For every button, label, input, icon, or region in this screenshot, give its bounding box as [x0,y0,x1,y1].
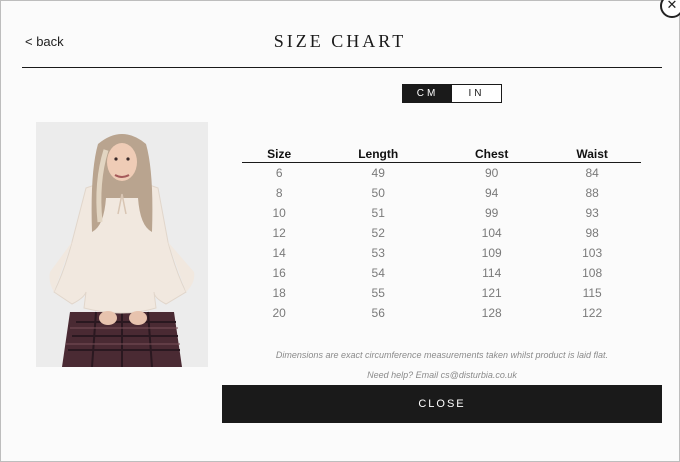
size-chart-modal: < back SIZE CHART CM IN Size Length Ches… [0,0,680,462]
cell-chest: 94 [485,186,499,200]
cell-waist: 93 [585,206,599,220]
title-divider [22,67,662,68]
cell-size: 14 [272,246,286,260]
table-row: 12 52 104 98 [242,223,641,243]
table-header-row: Size Length Chest Waist [242,146,641,163]
size-table: Size Length Chest Waist 6 49 90 84 8 50 … [242,146,641,323]
cell-size: 18 [272,286,286,300]
model-image [36,122,208,367]
cell-waist: 122 [582,306,603,320]
table-row: 18 55 121 115 [242,283,641,303]
cell-chest: 99 [485,206,499,220]
column-header-size: Size [242,146,317,163]
table-row: 6 49 90 84 [242,163,641,184]
column-header-chest: Chest [440,146,544,163]
cell-waist: 103 [582,246,603,260]
cell-chest: 90 [485,166,499,180]
cell-chest: 114 [482,266,502,280]
help-email[interactable]: Need help? Email cs@disturbia.co.uk [222,370,662,380]
table-row: 20 56 128 122 [242,303,641,323]
cell-waist: 108 [582,266,603,280]
page-title: SIZE CHART [273,31,407,51]
cell-waist: 84 [585,166,599,180]
cell-chest: 128 [481,306,502,320]
cell-size: 12 [272,226,286,240]
cell-waist: 115 [582,286,602,300]
cell-length: 52 [371,226,385,240]
cell-size: 20 [272,306,286,320]
table-row: 16 54 114 108 [242,263,641,283]
table-row: 10 51 99 93 [242,203,641,223]
cell-chest: 109 [481,246,502,260]
cell-chest: 104 [481,226,502,240]
cell-size: 6 [275,166,283,180]
cell-length: 51 [371,206,385,220]
cell-length: 54 [371,266,385,280]
cell-waist: 88 [585,186,599,200]
cell-size: 10 [272,206,286,220]
unit-toggle: CM IN [402,84,502,103]
cell-chest: 121 [481,286,502,300]
cell-size: 16 [272,266,286,280]
product-photo [36,122,208,367]
cell-waist: 98 [585,226,599,240]
cell-length: 56 [371,306,385,320]
cell-length: 55 [371,286,385,300]
column-header-waist: Waist [543,146,641,163]
cell-length: 49 [371,166,385,180]
cell-size: 8 [275,186,283,200]
unit-cm-option[interactable]: CM [403,85,452,102]
table-row: 14 53 109 103 [242,243,641,263]
column-header-length: Length [316,146,441,163]
cell-length: 53 [371,246,385,260]
close-button[interactable]: CLOSE [222,385,662,423]
measurement-note: Dimensions are exact circumference measu… [275,350,609,360]
unit-in-option[interactable]: IN [452,85,501,102]
cell-length: 50 [371,186,385,200]
table-row: 8 50 94 88 [242,183,641,203]
